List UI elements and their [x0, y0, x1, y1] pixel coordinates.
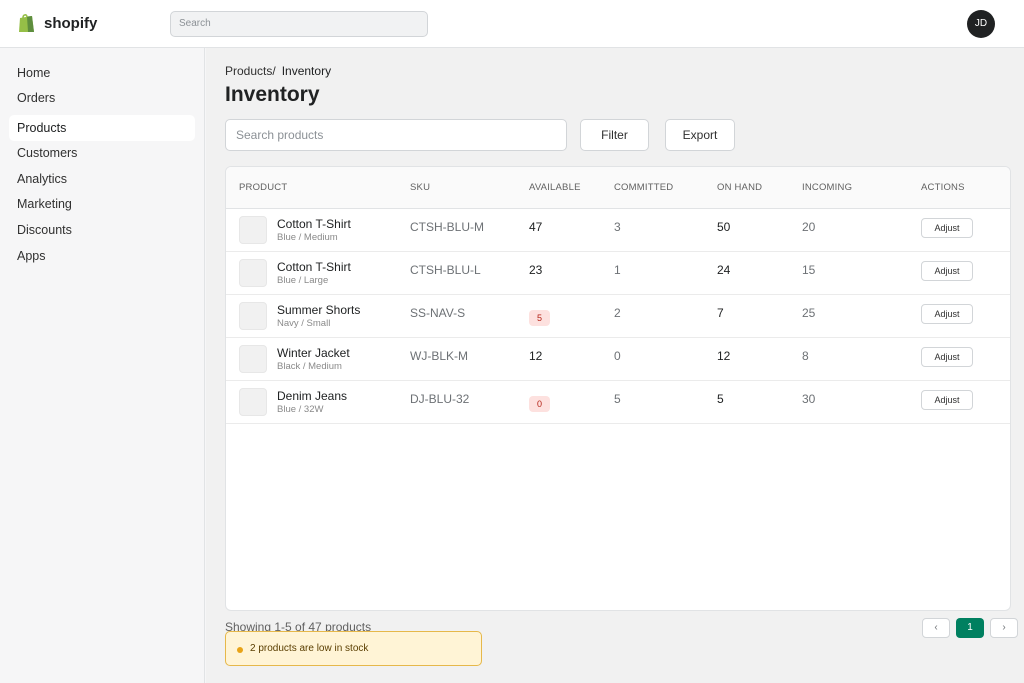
sidebar-item-home[interactable]: Home: [9, 60, 195, 86]
low-stock-badge: 0: [529, 396, 551, 412]
column-header-committed[interactable]: COMMITTED: [614, 182, 673, 193]
adjust-button[interactable]: Adjust: [921, 390, 973, 410]
main-content: Products/Inventory Inventory Search prod…: [206, 48, 1024, 683]
product-name[interactable]: Cotton T-Shirt: [277, 260, 351, 274]
column-header-product[interactable]: PRODUCT: [239, 182, 287, 193]
available-value: 23: [529, 263, 543, 277]
product-name[interactable]: Denim Jeans: [277, 389, 347, 403]
product-variant: Black / Medium: [277, 361, 342, 372]
product-variant: Navy / Small: [277, 318, 331, 329]
pagination-prev-button[interactable]: ‹: [922, 618, 950, 638]
table-row[interactable]: Summer Shorts Navy / Small SS-NAV-S 5 2 …: [226, 295, 1010, 338]
search-products-input[interactable]: Search products: [225, 119, 567, 151]
column-header-available[interactable]: AVAILABLE: [529, 182, 581, 193]
sidebar: Home Orders Products Customers Analytics…: [0, 48, 205, 683]
incoming-value: 20: [802, 220, 816, 234]
table-header: PRODUCT SKU AVAILABLE COMMITTED ON HAND …: [226, 167, 1010, 209]
sidebar-item-marketing[interactable]: Marketing: [9, 191, 195, 217]
column-header-on-hand[interactable]: ON HAND: [717, 182, 762, 193]
warning-dot-icon: [237, 647, 243, 653]
page-title: Inventory: [225, 83, 320, 106]
committed-value: 2: [614, 306, 621, 320]
brand-name: shopify: [44, 14, 98, 32]
avatar[interactable]: JD: [967, 10, 995, 38]
sku-value: DJ-BLU-32: [410, 392, 470, 406]
breadcrumb-current: Inventory: [281, 64, 332, 78]
low-stock-alert: 2 products are low in stock: [225, 631, 482, 666]
sidebar-item-discounts[interactable]: Discounts: [9, 217, 195, 243]
sidebar-item-customers[interactable]: Customers: [9, 140, 195, 166]
inventory-table: PRODUCT SKU AVAILABLE COMMITTED ON HAND …: [225, 166, 1011, 611]
sku-value: WJ-BLK-M: [410, 349, 468, 363]
product-name[interactable]: Winter Jacket: [277, 346, 350, 360]
breadcrumb: Products/Inventory: [225, 64, 331, 78]
on-hand-value: 12: [717, 349, 731, 363]
column-header-actions: ACTIONS: [921, 182, 965, 193]
chevron-right-icon: ›: [1002, 622, 1006, 633]
sku-value: CTSH-BLU-M: [410, 220, 484, 234]
available-value: 12: [529, 349, 543, 363]
table-row[interactable]: Winter Jacket Black / Medium WJ-BLK-M 12…: [226, 338, 1010, 381]
product-variant: Blue / Large: [277, 275, 329, 286]
pagination-page-current[interactable]: 1: [956, 618, 984, 638]
on-hand-value: 50: [717, 220, 731, 234]
sidebar-item-apps[interactable]: Apps: [9, 243, 195, 269]
shopify-bag-icon: [16, 12, 38, 34]
product-thumbnail: [239, 259, 267, 287]
table-row[interactable]: Denim Jeans Blue / 32W DJ-BLU-32 0 5 5 3…: [226, 381, 1010, 424]
product-name[interactable]: Summer Shorts: [277, 303, 360, 317]
product-thumbnail: [239, 345, 267, 373]
product-thumbnail: [239, 388, 267, 416]
committed-value: 1: [614, 263, 621, 277]
top-bar: shopify Search JD: [0, 0, 1024, 48]
adjust-button[interactable]: Adjust: [921, 347, 973, 367]
incoming-value: 30: [802, 392, 816, 406]
adjust-button[interactable]: Adjust: [921, 218, 973, 238]
column-header-sku[interactable]: SKU: [410, 182, 430, 193]
product-variant: Blue / 32W: [277, 404, 324, 415]
on-hand-value: 5: [717, 392, 724, 406]
breadcrumb-parent[interactable]: Products/: [225, 64, 276, 78]
committed-value: 0: [614, 349, 621, 363]
global-search-input[interactable]: Search: [170, 11, 428, 37]
table-row[interactable]: Cotton T-Shirt Blue / Large CTSH-BLU-L 2…: [226, 252, 1010, 295]
incoming-value: 8: [802, 349, 809, 363]
product-thumbnail: [239, 302, 267, 330]
filter-button[interactable]: Filter: [580, 119, 649, 151]
low-stock-badge: 5: [529, 310, 551, 326]
column-header-incoming[interactable]: INCOMING: [802, 182, 852, 193]
on-hand-value: 7: [717, 306, 724, 320]
product-variant: Blue / Medium: [277, 232, 338, 243]
shopify-logo[interactable]: shopify: [16, 12, 97, 34]
adjust-button[interactable]: Adjust: [921, 261, 973, 281]
product-thumbnail: [239, 216, 267, 244]
on-hand-value: 24: [717, 263, 731, 277]
incoming-value: 25: [802, 306, 816, 320]
sidebar-item-orders[interactable]: Orders: [9, 85, 195, 111]
sku-value: CTSH-BLU-L: [410, 263, 481, 277]
table-row[interactable]: Cotton T-Shirt Blue / Medium CTSH-BLU-M …: [226, 209, 1010, 252]
committed-value: 5: [614, 392, 621, 406]
chevron-left-icon: ‹: [934, 622, 938, 633]
committed-value: 3: [614, 220, 621, 234]
sidebar-item-analytics[interactable]: Analytics: [9, 166, 195, 192]
incoming-value: 15: [802, 263, 816, 277]
sku-value: SS-NAV-S: [410, 306, 466, 320]
export-button[interactable]: Export: [665, 119, 735, 151]
adjust-button[interactable]: Adjust: [921, 304, 973, 324]
available-value: 47: [529, 220, 543, 234]
product-name[interactable]: Cotton T-Shirt: [277, 217, 351, 231]
sidebar-item-products[interactable]: Products: [9, 115, 195, 141]
alert-message: 2 products are low in stock: [250, 643, 369, 654]
pagination-next-button[interactable]: ›: [990, 618, 1018, 638]
